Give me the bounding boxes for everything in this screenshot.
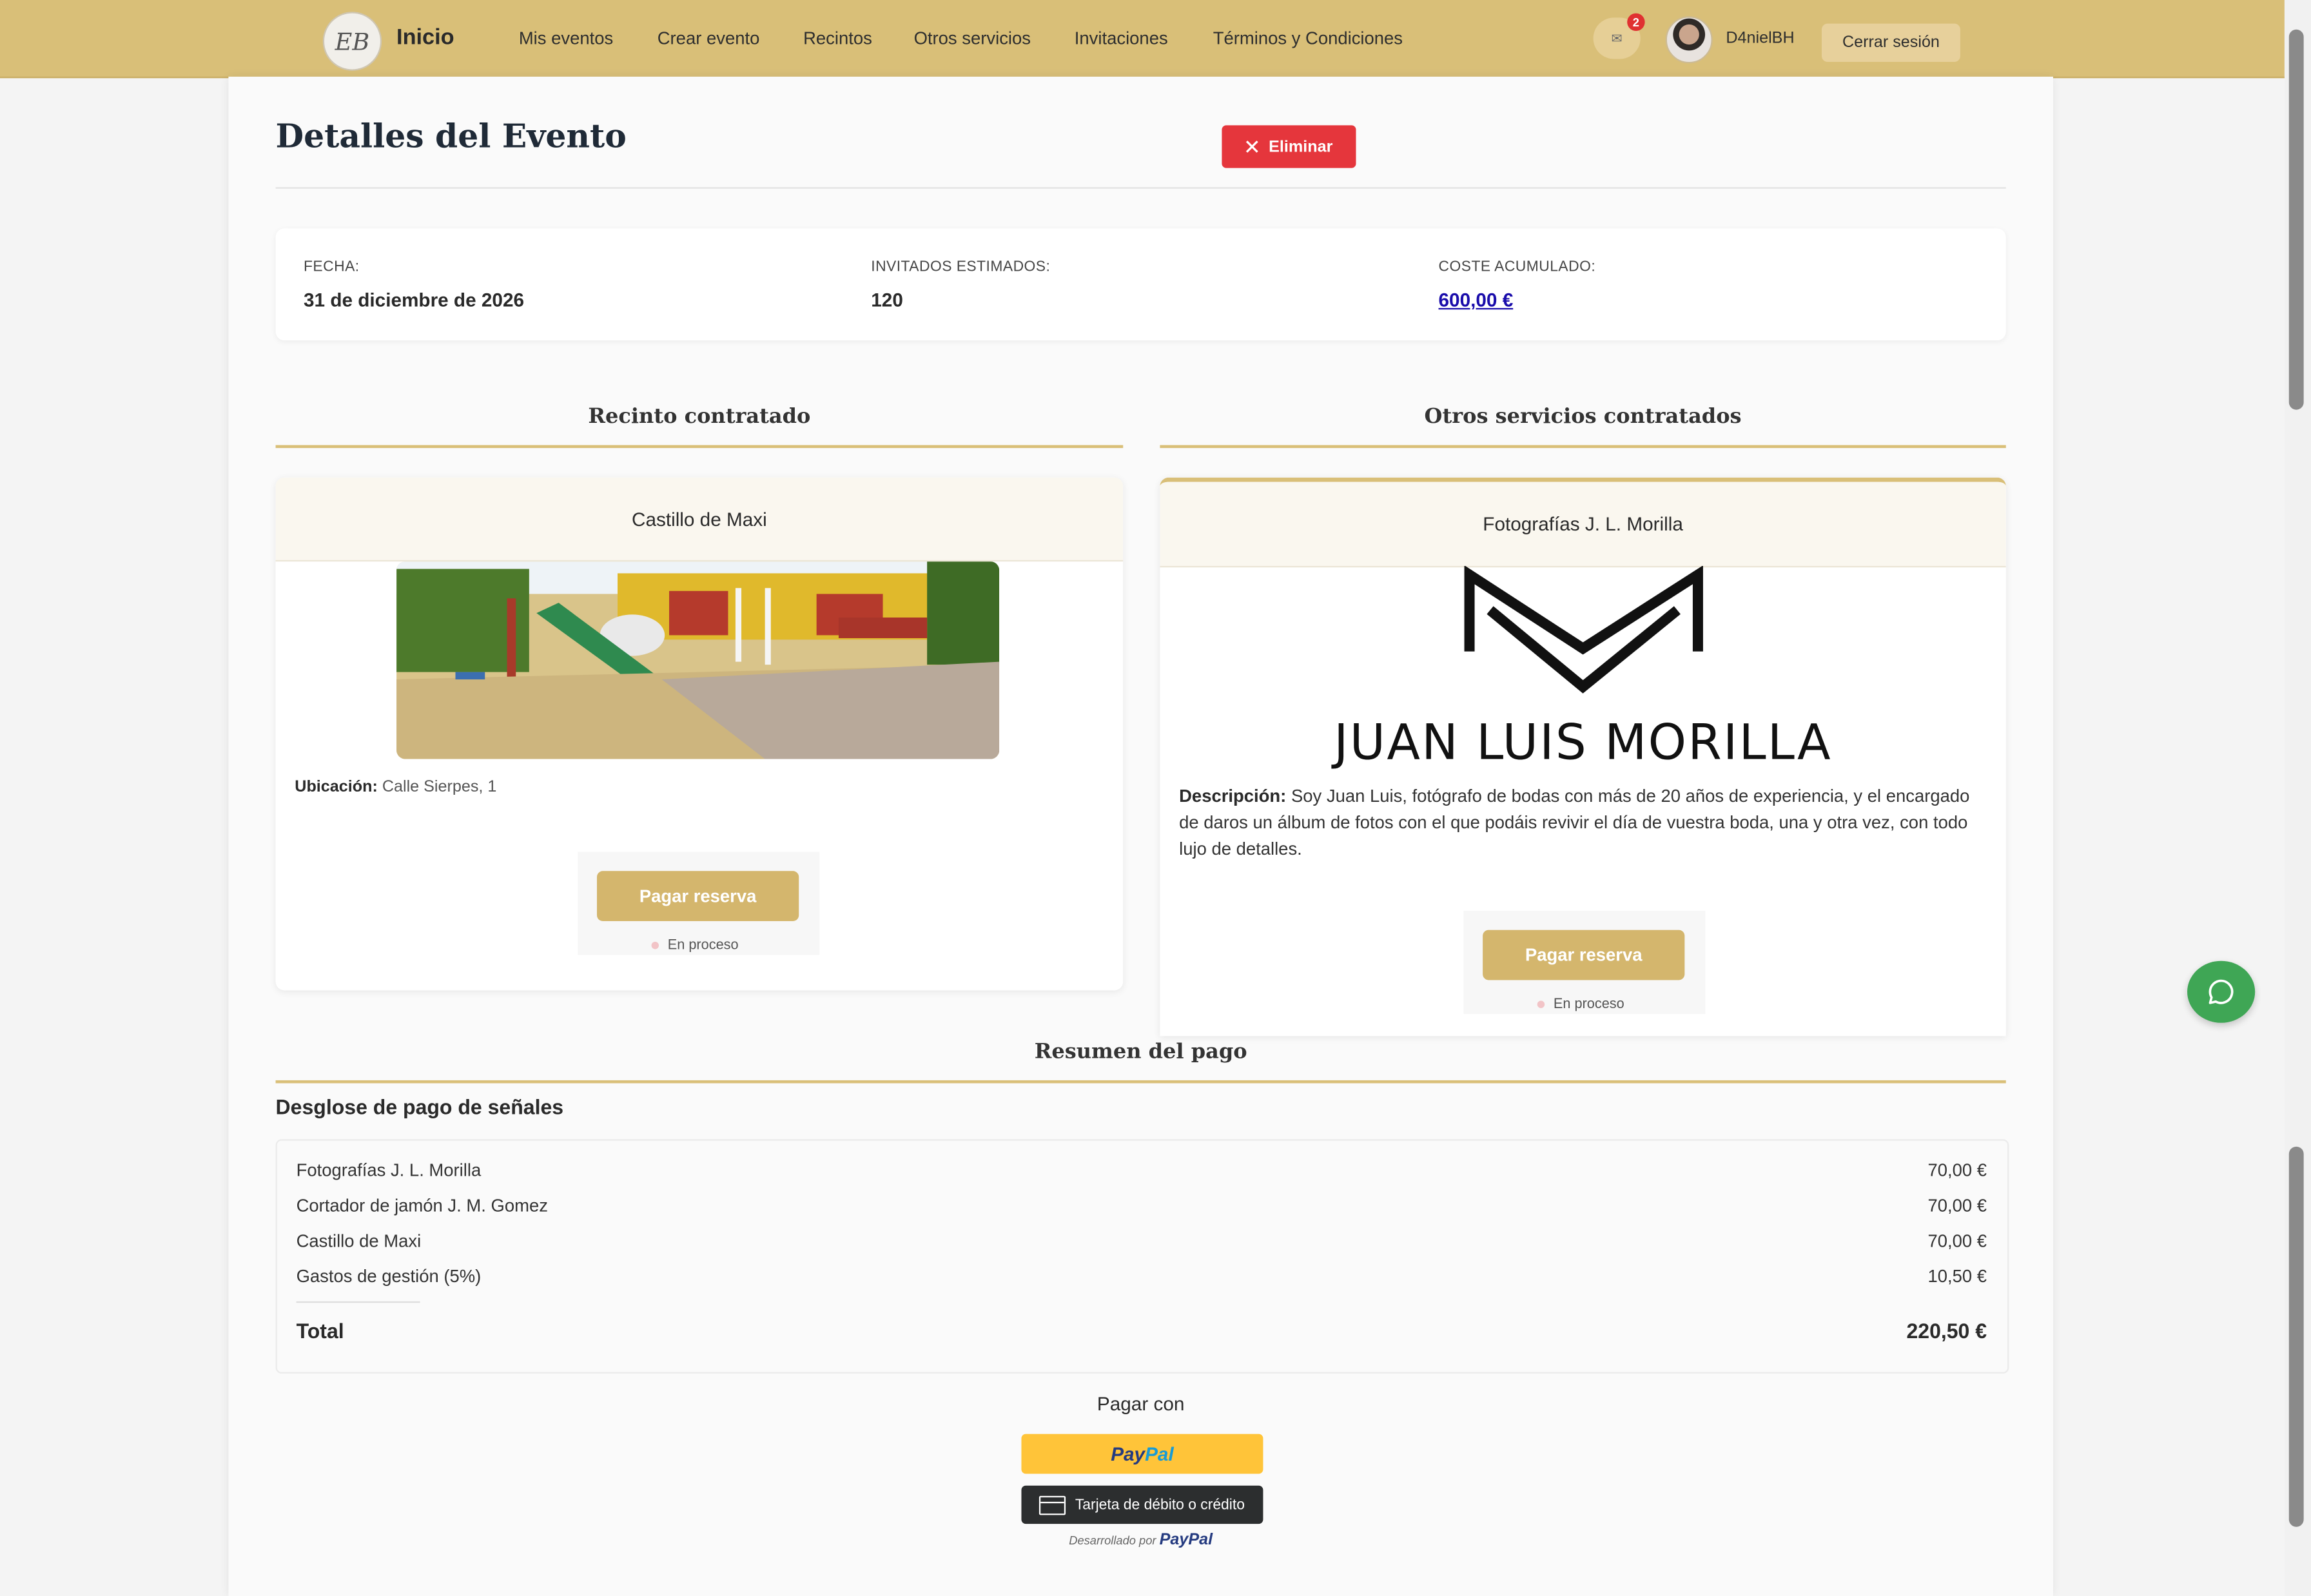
description-label: Descripción: bbox=[1179, 785, 1287, 806]
brand-logo[interactable]: EB bbox=[322, 12, 382, 71]
powered-brand: PayPal bbox=[1159, 1531, 1213, 1550]
powered-prefix: Desarrollado por bbox=[1069, 1534, 1156, 1548]
location-value: Calle Sierpes, 1 bbox=[382, 778, 497, 796]
page-title: Detalles del Evento bbox=[275, 117, 627, 157]
scrollbar-thumb[interactable] bbox=[2288, 29, 2304, 410]
delete-label: Eliminar bbox=[1269, 137, 1333, 156]
status-dot bbox=[1537, 1000, 1545, 1008]
service-card-title: Fotografías J. L. Morilla bbox=[1483, 512, 1683, 535]
pay-with-label: Pagar con bbox=[1097, 1392, 1185, 1415]
chat-button[interactable] bbox=[2187, 960, 2256, 1023]
venue-pay-button[interactable]: Pagar reserva bbox=[596, 871, 799, 921]
summary-row-label: Gastos de gestión (5%) bbox=[296, 1266, 482, 1287]
credit-card-icon bbox=[1039, 1495, 1067, 1515]
services-section-underline bbox=[1160, 445, 2006, 449]
summary-underline bbox=[275, 1080, 2006, 1083]
divider bbox=[275, 187, 2006, 189]
total-label: Total bbox=[296, 1319, 344, 1343]
summary-row-label: Fotografías J. L. Morilla bbox=[296, 1160, 482, 1181]
venue-status-text: En proceso bbox=[667, 937, 739, 954]
status-dot bbox=[651, 942, 659, 949]
delete-event-button[interactable]: Eliminar bbox=[1222, 125, 1356, 168]
paypal-button[interactable]: Pay Pal bbox=[1021, 1434, 1263, 1474]
page-root: EB Inicio Mis eventos Crear evento Recin… bbox=[0, 0, 2311, 1596]
venue-section-underline bbox=[275, 445, 1124, 449]
date-label: FECHA: bbox=[303, 259, 360, 276]
nav-otros-servicios[interactable]: Otros servicios bbox=[914, 28, 1031, 48]
summary-row-amount: 70,00 € bbox=[1927, 1195, 1987, 1216]
summary-row: Cortador de jamón J. M. Gomez 70,00 € bbox=[297, 1195, 1987, 1216]
venue-card-header: Castillo de Maxi bbox=[275, 477, 1124, 562]
nav-terminos[interactable]: Términos y Condiciones bbox=[1213, 28, 1403, 48]
scrollbar-thumb-secondary[interactable] bbox=[2288, 1146, 2304, 1527]
summary-row-amount: 70,00 € bbox=[1927, 1231, 1987, 1252]
photographer-logo-text: JUAN LUIS MORILLA bbox=[1334, 713, 1832, 771]
location-label: Ubicación: bbox=[295, 778, 378, 796]
venue-photo-graphic bbox=[396, 561, 1000, 759]
close-icon bbox=[1245, 141, 1258, 153]
nav-mis-eventos[interactable]: Mis eventos bbox=[519, 28, 613, 48]
services-section-title: Otros servicios contratados bbox=[1424, 405, 1742, 429]
summary-separator bbox=[296, 1301, 420, 1303]
summary-row: Fotografías J. L. Morilla 70,00 € bbox=[297, 1160, 1987, 1180]
venue-section-title: Recinto contratado bbox=[588, 405, 811, 429]
logout-button[interactable]: Cerrar sesión bbox=[1821, 23, 1960, 63]
summary-row-amount: 10,50 € bbox=[1927, 1266, 1987, 1287]
event-info-card bbox=[275, 228, 2006, 341]
chat-bubble-icon bbox=[2209, 979, 2234, 1004]
summary-row: Castillo de Maxi 70,00 € bbox=[297, 1231, 1987, 1251]
cost-label: COSTE ACUMULADO: bbox=[1438, 259, 1596, 276]
paypal-logo-part1: Pay bbox=[1111, 1443, 1146, 1465]
paypal-logo-part2: Pal bbox=[1145, 1443, 1174, 1465]
photographer-logo-mark bbox=[1464, 565, 1703, 694]
venue-location: Ubicación: Calle Sierpes, 1 bbox=[295, 778, 496, 795]
service-status: En proceso bbox=[1537, 997, 1624, 1013]
date-value: 31 de diciembre de 2026 bbox=[303, 289, 525, 311]
summary-total: Total 220,50 € bbox=[297, 1319, 1987, 1343]
user-avatar[interactable] bbox=[1665, 16, 1713, 64]
summary-row-amount: 70,00 € bbox=[1927, 1160, 1987, 1181]
nav-recintos[interactable]: Recintos bbox=[803, 28, 872, 48]
username[interactable]: D4nielBH bbox=[1726, 30, 1794, 47]
card-payment-button[interactable]: Tarjeta de débito o crédito bbox=[1021, 1485, 1263, 1524]
venue-card-title: Castillo de Maxi bbox=[631, 508, 767, 531]
summary-title: Resumen del pago bbox=[1034, 1040, 1247, 1064]
nav-invitaciones[interactable]: Invitaciones bbox=[1075, 28, 1168, 48]
total-amount: 220,50 € bbox=[1906, 1319, 1987, 1343]
service-status-text: En proceso bbox=[1553, 996, 1624, 1013]
mail-icon: ✉ bbox=[1611, 30, 1623, 45]
guests-value: 120 bbox=[871, 289, 903, 311]
powered-by: Desarrollado por PayPal bbox=[0, 1532, 2281, 1549]
card-payment-label: Tarjeta de débito o crédito bbox=[1075, 1496, 1245, 1513]
guests-label: INVITADOS ESTIMADOS: bbox=[871, 259, 1051, 276]
summary-row-label: Castillo de Maxi bbox=[296, 1231, 422, 1252]
summary-row-label: Cortador de jamón J. M. Gomez bbox=[296, 1195, 548, 1216]
summary-row: Gastos de gestión (5%) 10,50 € bbox=[297, 1266, 1987, 1287]
top-navbar: EB Inicio Mis eventos Crear evento Recin… bbox=[0, 0, 2285, 79]
cost-link[interactable]: 600,00 € bbox=[1439, 289, 1514, 311]
venue-status: En proceso bbox=[651, 937, 739, 954]
service-card-header: Fotografías J. L. Morilla bbox=[1160, 482, 2006, 568]
notification-badge: 2 bbox=[1627, 13, 1645, 32]
service-description: Descripción: Soy Juan Luis, fotógrafo de… bbox=[1179, 783, 1982, 862]
description-text: Soy Juan Luis, fotógrafo de bodas con má… bbox=[1179, 785, 1970, 859]
nav-home-link[interactable]: Inicio bbox=[396, 25, 454, 50]
venue-photo bbox=[396, 561, 1000, 759]
summary-subtitle: Desglose de pago de señales bbox=[275, 1095, 564, 1119]
service-pay-button[interactable]: Pagar reserva bbox=[1483, 929, 1685, 980]
nav-crear-evento[interactable]: Crear evento bbox=[658, 28, 760, 48]
